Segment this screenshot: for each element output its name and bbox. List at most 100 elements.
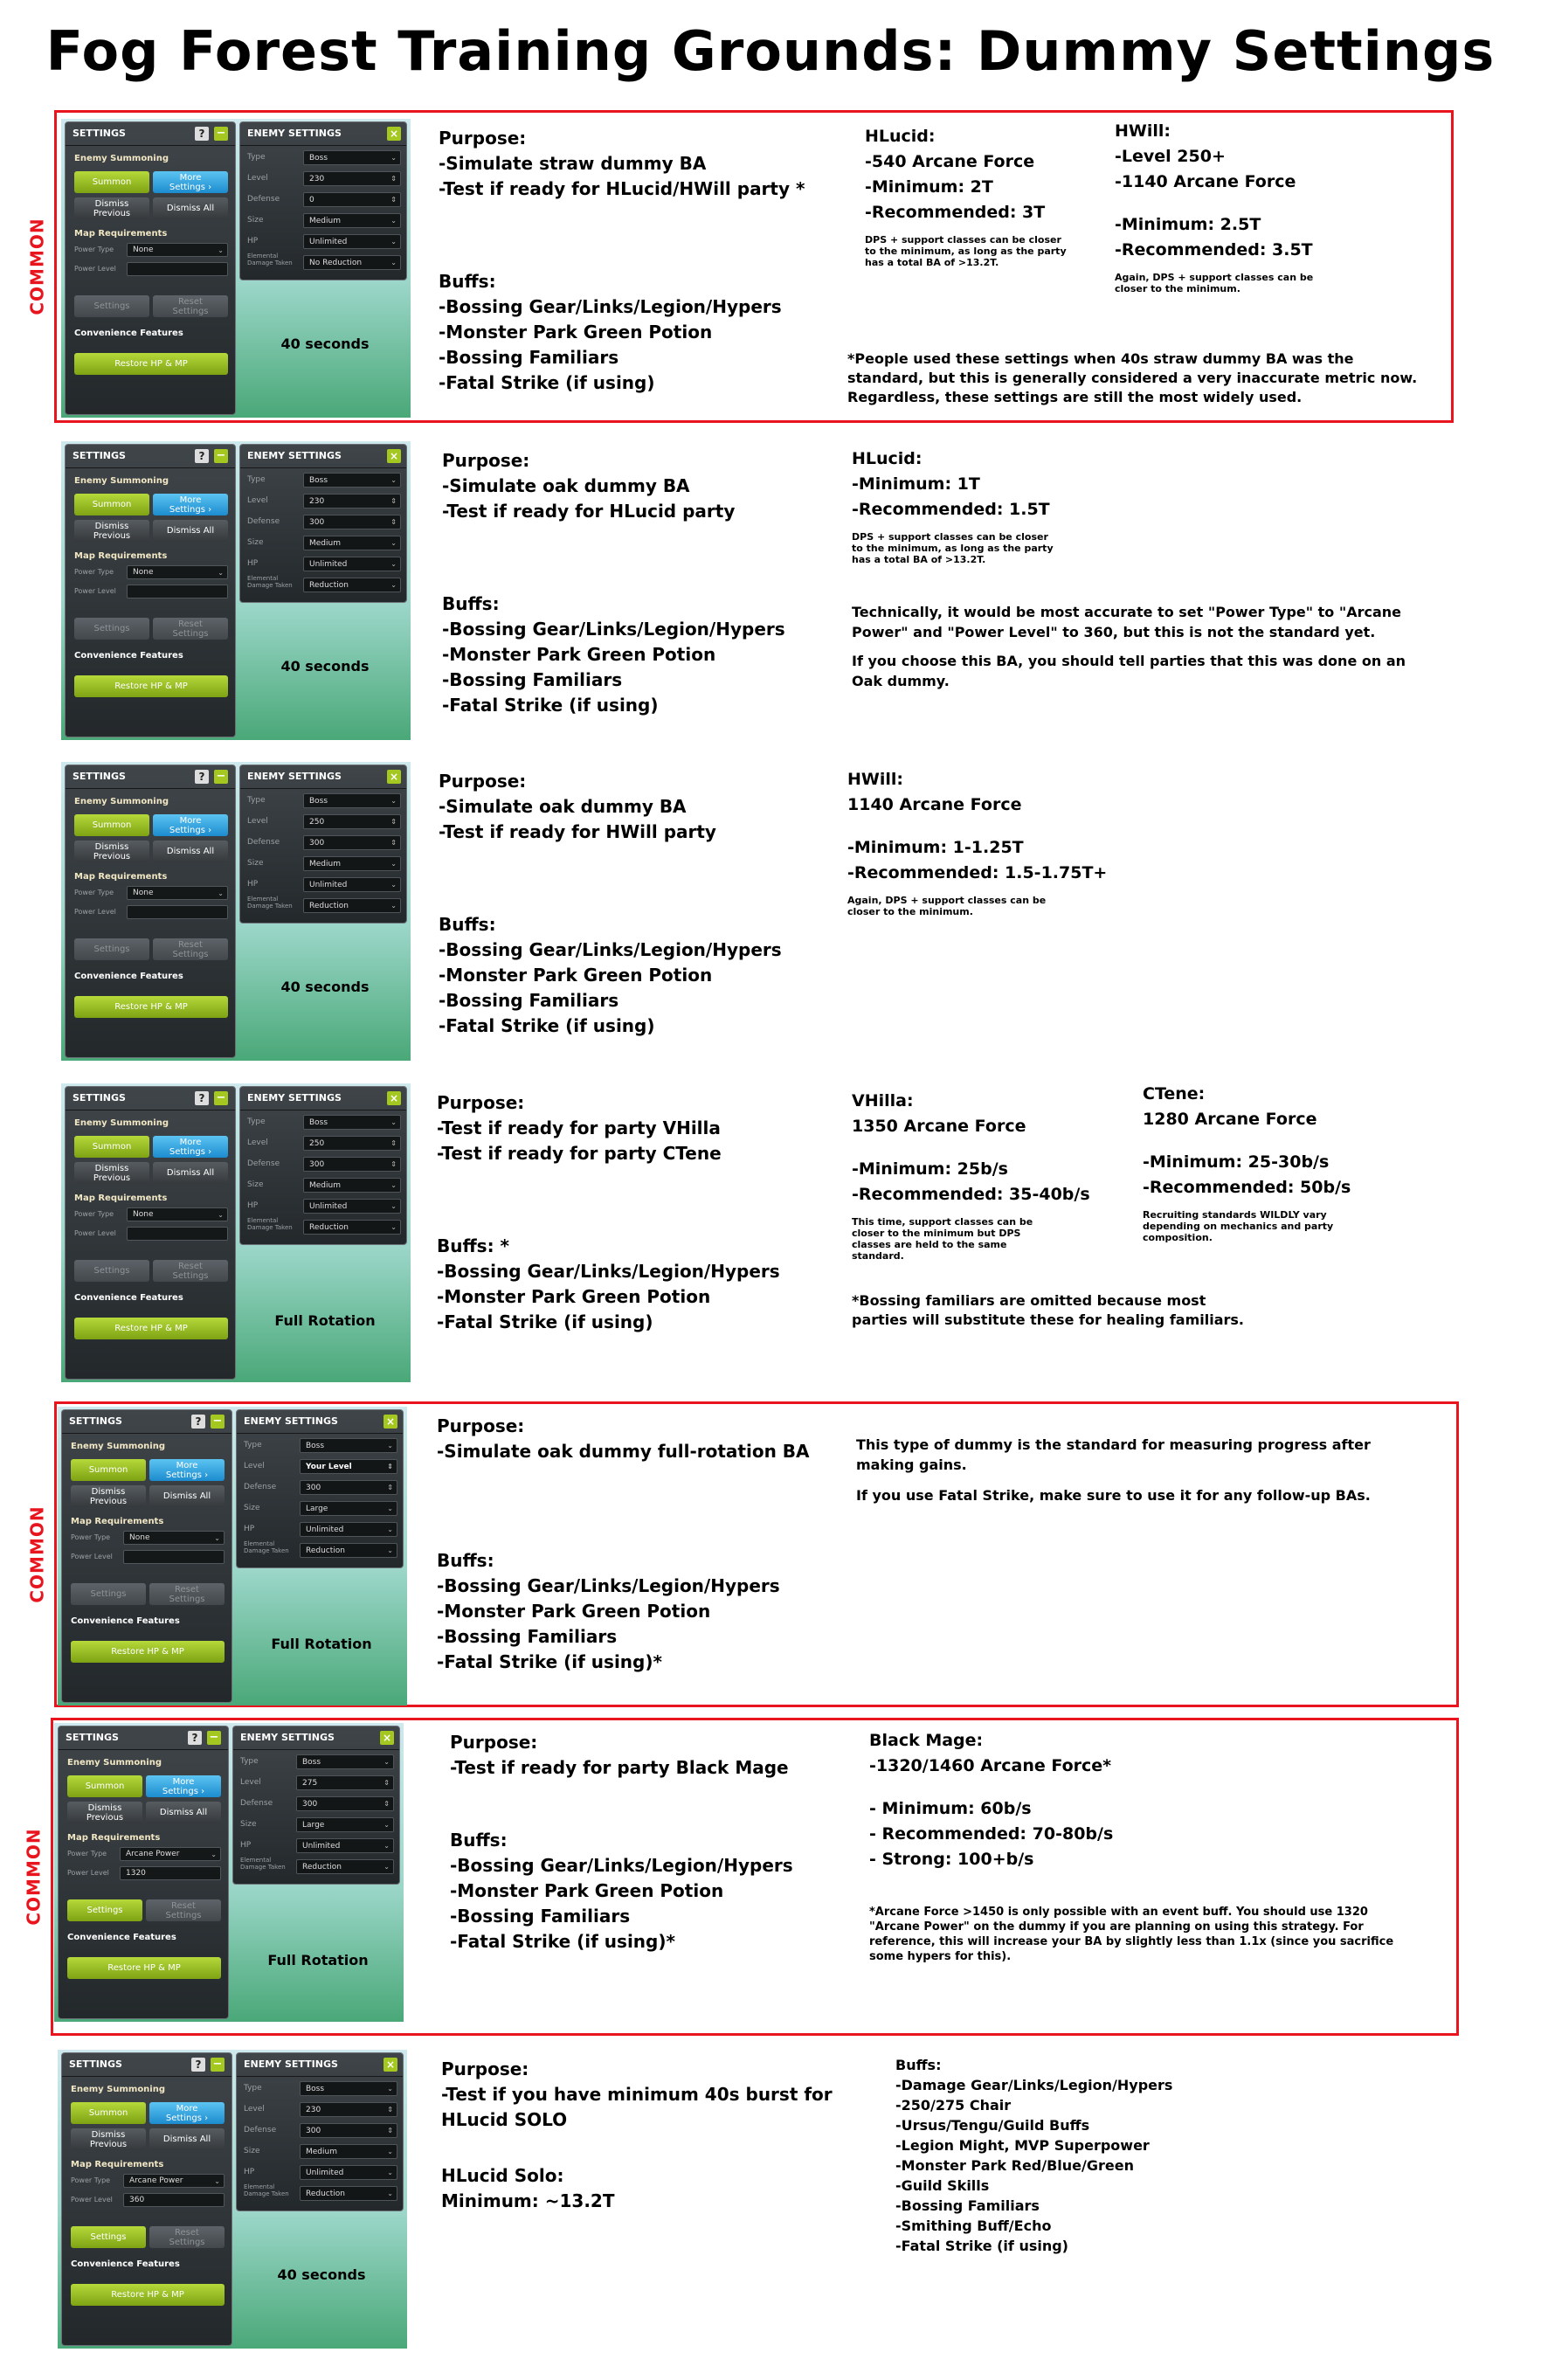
defense-stepper[interactable]: 0 ⇕ [303,192,401,207]
summon-button[interactable]: Summon [71,2102,146,2124]
settings-button[interactable]: Settings [74,938,149,960]
reset-settings-button[interactable]: Reset Settings [149,1583,225,1605]
power-type-select[interactable]: Arcane Power ⌄ [123,2174,225,2188]
type-select[interactable]: Boss ⌄ [303,793,401,808]
power-type-select[interactable]: None ⌄ [127,886,228,900]
summon-button[interactable]: Summon [67,1775,142,1797]
elemental-select[interactable]: Reduction ⌄ [303,898,401,913]
power-level-field[interactable]: 1320 [120,1866,221,1880]
hp-select[interactable]: Unlimited ⌄ [303,877,401,892]
level-stepper[interactable]: Your Level ⇕ [300,1459,397,1474]
power-level-field[interactable]: 360 [123,2193,225,2207]
type-select[interactable]: Boss ⌄ [303,473,401,488]
minimize-icon[interactable]: − [211,1415,225,1429]
size-select[interactable]: Medium ⌄ [300,2144,397,2159]
elemental-select[interactable]: No Reduction ⌄ [303,255,401,270]
power-type-select[interactable]: None ⌄ [127,565,228,579]
dismiss-all-button[interactable]: Dismiss All [149,1485,225,1507]
size-select[interactable]: Medium ⌄ [303,213,401,228]
elemental-select[interactable]: Reduction ⌄ [300,2186,397,2201]
help-icon[interactable]: ? [195,127,209,141]
elemental-select[interactable]: Reduction ⌄ [303,578,401,592]
defense-stepper[interactable]: 300 ⇕ [296,1796,394,1811]
more-settings-button[interactable]: More Settings › [153,1136,228,1158]
summon-button[interactable]: Summon [74,171,149,193]
defense-stepper[interactable]: 300 ⇕ [303,835,401,850]
defense-stepper[interactable]: 300 ⇕ [303,515,401,529]
type-select[interactable]: Boss ⌄ [303,1115,401,1130]
more-settings-button[interactable]: More Settings › [146,1775,221,1797]
defense-stepper[interactable]: 300 ⇕ [300,2123,397,2138]
more-settings-button[interactable]: More Settings › [153,494,228,515]
help-icon[interactable]: ? [188,1731,202,1745]
elemental-select[interactable]: Reduction ⌄ [296,1859,394,1874]
close-icon[interactable]: × [387,770,401,784]
defense-stepper[interactable]: 300 ⇕ [303,1157,401,1172]
power-level-field[interactable] [127,262,228,276]
dismiss-previous-button[interactable]: Dismiss Previous [67,1802,142,1823]
type-select[interactable]: Boss ⌄ [300,1438,397,1453]
level-stepper[interactable]: 230 ⇕ [300,2102,397,2117]
restore-hp-mp-button[interactable]: Restore HP & MP [71,1641,225,1663]
type-select[interactable]: Boss ⌄ [296,1754,394,1769]
summon-button[interactable]: Summon [74,1136,149,1158]
size-select[interactable]: Medium ⌄ [303,1178,401,1193]
hp-select[interactable]: Unlimited ⌄ [303,557,401,571]
settings-button[interactable]: Settings [71,2226,146,2248]
hp-select[interactable]: Unlimited ⌄ [303,234,401,249]
dismiss-all-button[interactable]: Dismiss All [153,1162,228,1184]
power-type-select[interactable]: Arcane Power ⌄ [120,1847,221,1861]
help-icon[interactable]: ? [191,1415,205,1429]
minimize-icon[interactable]: − [214,449,228,463]
settings-button[interactable]: Settings [67,1899,142,1921]
hp-select[interactable]: Unlimited ⌄ [296,1838,394,1853]
minimize-icon[interactable]: − [207,1731,221,1745]
level-stepper[interactable]: 230 ⇕ [303,494,401,509]
restore-hp-mp-button[interactable]: Restore HP & MP [74,353,228,375]
size-select[interactable]: Large ⌄ [296,1817,394,1832]
power-type-select[interactable]: None ⌄ [127,1207,228,1221]
defense-stepper[interactable]: 300 ⇕ [300,1480,397,1495]
dismiss-previous-button[interactable]: Dismiss Previous [71,1485,146,1507]
minimize-icon[interactable]: − [214,127,228,141]
dismiss-all-button[interactable]: Dismiss All [153,197,228,219]
minimize-icon[interactable]: − [214,1091,228,1105]
size-select[interactable]: Large ⌄ [300,1501,397,1516]
dismiss-previous-button[interactable]: Dismiss Previous [74,1162,149,1184]
power-level-field[interactable] [127,905,228,919]
power-type-select[interactable]: None ⌄ [127,243,228,257]
help-icon[interactable]: ? [191,2058,205,2072]
close-icon[interactable]: × [387,1091,401,1105]
elemental-select[interactable]: Reduction ⌄ [300,1543,397,1558]
settings-button[interactable]: Settings [71,1583,146,1605]
help-icon[interactable]: ? [195,449,209,463]
reset-settings-button[interactable]: Reset Settings [146,1899,221,1921]
power-type-select[interactable]: None ⌄ [123,1531,225,1545]
reset-settings-button[interactable]: Reset Settings [153,1260,228,1282]
reset-settings-button[interactable]: Reset Settings [149,2226,225,2248]
restore-hp-mp-button[interactable]: Restore HP & MP [74,675,228,697]
dismiss-all-button[interactable]: Dismiss All [146,1802,221,1823]
close-icon[interactable]: × [387,449,401,463]
dismiss-previous-button[interactable]: Dismiss Previous [71,2128,146,2150]
summon-button[interactable]: Summon [71,1459,146,1481]
minimize-icon[interactable]: − [211,2058,225,2072]
close-icon[interactable]: × [384,2058,397,2072]
hp-select[interactable]: Unlimited ⌄ [300,2165,397,2180]
dismiss-all-button[interactable]: Dismiss All [153,520,228,542]
close-icon[interactable]: × [380,1731,394,1745]
restore-hp-mp-button[interactable]: Restore HP & MP [71,2284,225,2306]
help-icon[interactable]: ? [195,1091,209,1105]
summon-button[interactable]: Summon [74,814,149,836]
more-settings-button[interactable]: More Settings › [149,2102,225,2124]
elemental-select[interactable]: Reduction ⌄ [303,1220,401,1235]
restore-hp-mp-button[interactable]: Restore HP & MP [67,1957,221,1979]
dismiss-previous-button[interactable]: Dismiss Previous [74,841,149,862]
more-settings-button[interactable]: More Settings › [153,171,228,193]
type-select[interactable]: Boss ⌄ [300,2081,397,2096]
settings-button[interactable]: Settings [74,618,149,640]
reset-settings-button[interactable]: Reset Settings [153,295,228,317]
dismiss-previous-button[interactable]: Dismiss Previous [74,520,149,542]
power-level-field[interactable] [127,1227,228,1241]
type-select[interactable]: Boss ⌄ [303,150,401,165]
